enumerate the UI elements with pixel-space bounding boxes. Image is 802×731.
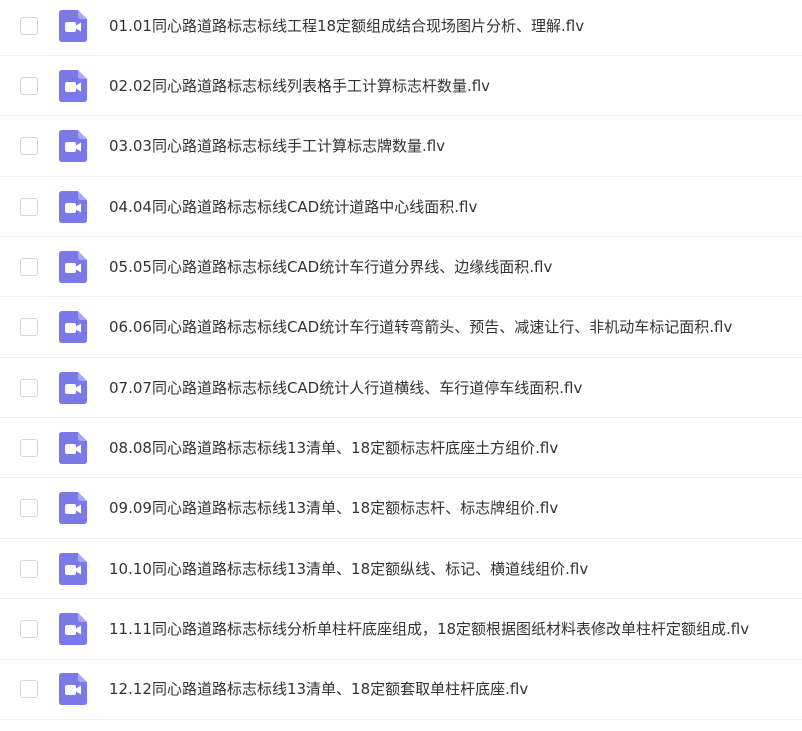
row-checkbox[interactable] — [20, 680, 38, 699]
file-name[interactable]: 11.11同心路道路标志标线分析单柱杆底座组成，18定额根据图纸材料表修改单柱杆… — [109, 619, 796, 639]
file-row[interactable]: 05.05同心路道路标志标线CAD统计车行道分界线、边缘线面积.flv — [0, 237, 802, 298]
file-row[interactable]: 11.11同心路道路标志标线分析单柱杆底座组成，18定额根据图纸材料表修改单柱杆… — [0, 600, 802, 660]
video-file-icon — [59, 673, 87, 706]
video-file-icon — [59, 311, 87, 344]
video-file-icon — [59, 9, 87, 42]
video-file-icon — [59, 552, 87, 585]
file-name[interactable]: 12.12同心路道路标志标线13清单、18定额套取单柱杆底座.flv — [109, 679, 796, 699]
file-row[interactable]: 04.04同心路道路标志标线CAD统计道路中心线面积.flv — [0, 177, 802, 238]
video-file-icon — [59, 492, 87, 525]
row-checkbox[interactable] — [20, 620, 38, 638]
row-checkbox[interactable] — [20, 378, 38, 397]
file-name[interactable]: 02.02同心路道路标志标线列表格手工计算标志杆数量.flv — [109, 76, 796, 96]
file-name[interactable]: 04.04同心路道路标志标线CAD统计道路中心线面积.flv — [109, 197, 796, 217]
file-row[interactable]: 06.06同心路道路标志标线CAD统计车行道转弯箭头、预告、减速让行、非机动车标… — [0, 298, 802, 358]
row-checkbox[interactable] — [20, 559, 38, 578]
file-row[interactable]: 07.07同心路道路标志标线CAD统计人行道横线、车行道停车线面积.flv — [0, 358, 802, 419]
file-list: 01.01同心路道路标志标线工程18定额组成结合现场图片分析、理解.flv 02… — [0, 0, 802, 731]
file-row[interactable]: 10.10同心路道路标志标线13清单、18定额纵线、标记、横道线组价.flv — [0, 539, 802, 600]
file-name[interactable]: 01.01同心路道路标志标线工程18定额组成结合现场图片分析、理解.flv — [109, 16, 796, 36]
row-checkbox[interactable] — [20, 438, 38, 457]
row-checkbox[interactable] — [20, 76, 38, 95]
row-checkbox[interactable] — [20, 197, 38, 216]
video-file-icon — [59, 613, 87, 645]
row-checkbox[interactable] — [20, 318, 38, 337]
file-row[interactable]: 02.02同心路道路标志标线列表格手工计算标志杆数量.flv — [0, 56, 802, 117]
file-name[interactable]: 08.08同心路道路标志标线13清单、18定额标志杆底座土方组价.flv — [109, 438, 796, 458]
row-checkbox[interactable] — [20, 499, 38, 518]
file-name[interactable]: 05.05同心路道路标志标线CAD统计车行道分界线、边缘线面积.flv — [109, 257, 796, 277]
video-file-icon — [59, 130, 87, 163]
file-row[interactable]: 01.01同心路道路标志标线工程18定额组成结合现场图片分析、理解.flv — [0, 0, 802, 56]
row-checkbox[interactable] — [20, 16, 38, 35]
file-name[interactable]: 03.03同心路道路标志标线手工计算标志牌数量.flv — [109, 136, 796, 156]
file-name[interactable]: 09.09同心路道路标志标线13清单、18定额标志杆、标志牌组价.flv — [109, 498, 796, 518]
file-row[interactable]: 08.08同心路道路标志标线13清单、18定额标志杆底座土方组价.flv — [0, 418, 802, 479]
video-file-icon — [59, 190, 87, 223]
file-name[interactable]: 07.07同心路道路标志标线CAD统计人行道横线、车行道停车线面积.flv — [109, 378, 796, 398]
video-file-icon — [59, 250, 87, 283]
video-file-icon — [59, 371, 87, 404]
file-row[interactable]: 03.03同心路道路标志标线手工计算标志牌数量.flv — [0, 117, 802, 177]
file-row[interactable]: 12.12同心路道路标志标线13清单、18定额套取单柱杆底座.flv — [0, 660, 802, 720]
video-file-icon — [59, 69, 87, 102]
row-checkbox[interactable] — [20, 137, 38, 156]
file-name[interactable]: 10.10同心路道路标志标线13清单、18定额纵线、标记、横道线组价.flv — [109, 559, 796, 579]
file-row[interactable]: 09.09同心路道路标志标线13清单、18定额标志杆、标志牌组价.flv — [0, 479, 802, 539]
video-file-icon — [59, 431, 87, 464]
row-checkbox[interactable] — [20, 257, 38, 276]
file-name[interactable]: 06.06同心路道路标志标线CAD统计车行道转弯箭头、预告、减速让行、非机动车标… — [109, 317, 796, 337]
